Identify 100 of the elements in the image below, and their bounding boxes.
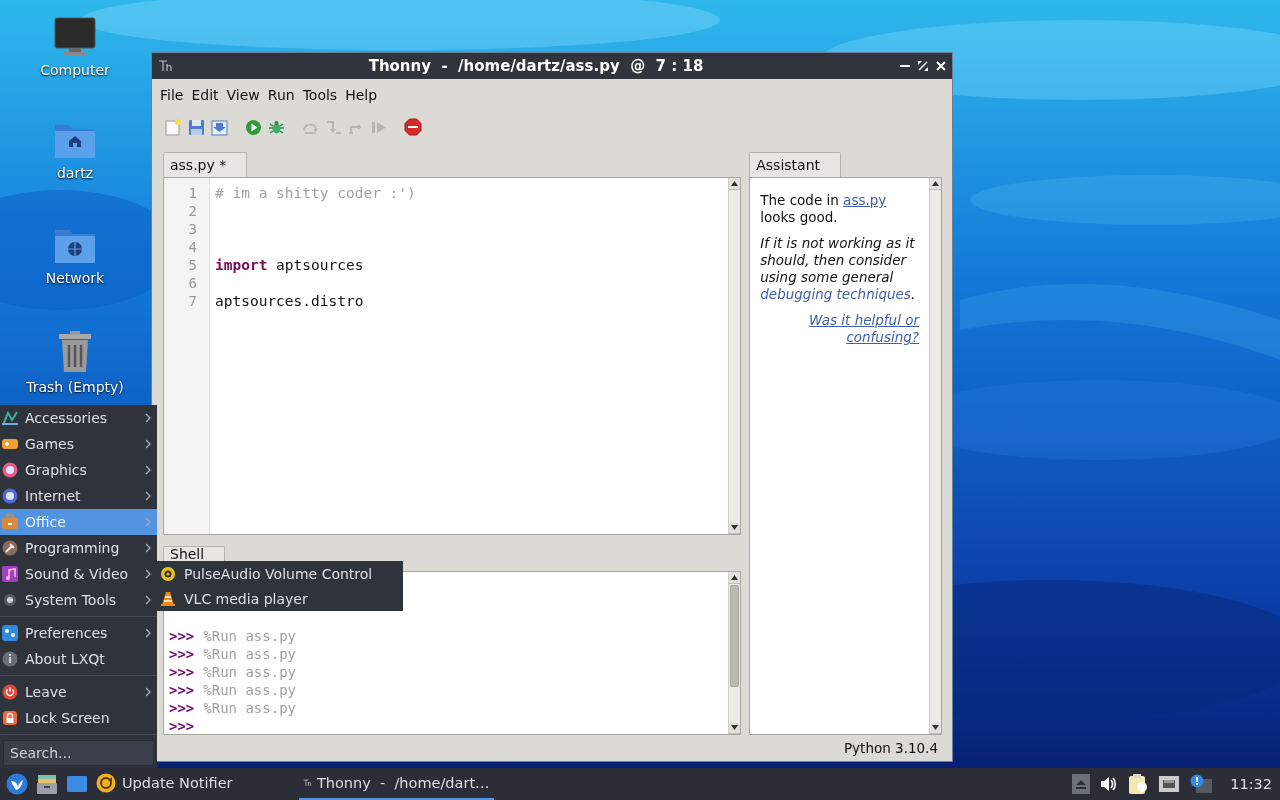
menu-item[interactable]: Help <box>341 87 382 103</box>
menu-item-label: VLC media player <box>184 590 308 607</box>
start-menu-item[interactable]: Programming <box>0 535 157 561</box>
toolbar-button[interactable] <box>267 118 285 136</box>
shell-command: %Run ass.py <box>203 627 296 645</box>
start-menu-item[interactable]: Internet <box>0 483 157 509</box>
menu-item-label: System Tools <box>25 592 118 608</box>
search-field[interactable]: Search... <box>3 740 154 766</box>
line-number: 1 <box>187 184 198 202</box>
volume-icon[interactable] <box>1100 775 1119 793</box>
menu-item-label: Programming <box>25 540 121 556</box>
line-number: 6 <box>187 274 198 292</box>
start-menu-item[interactable]: Accessories <box>0 405 157 431</box>
debugging-link[interactable]: debugging techniques <box>760 286 911 302</box>
taskbar-task[interactable]: Update Notifier <box>92 768 237 800</box>
start-menu-item[interactable]: Graphics <box>0 457 157 483</box>
scroll-up-icon[interactable] <box>932 181 939 186</box>
assistant-message: The code in ass.py looks good. <box>760 192 888 226</box>
notification-icon[interactable] <box>1190 774 1213 794</box>
start-menu-icon[interactable] <box>6 773 28 795</box>
window-title: Thonny - /home/dartz/ass.py @ 7 : 18 <box>367 57 705 75</box>
cone-icon <box>160 590 176 607</box>
file-link[interactable]: ass.py <box>843 192 887 208</box>
clipboard-icon[interactable] <box>1128 773 1149 795</box>
clock[interactable]: 11:32 <box>1230 776 1272 792</box>
start-menu-item[interactable]: About LXQt <box>0 646 157 672</box>
scroll-down-icon[interactable] <box>731 525 739 530</box>
assistant-advice: If it is not working as it should, then consider using some general debugging techniques. <box>760 235 917 303</box>
eject-icon[interactable] <box>1072 774 1091 794</box>
close-icon[interactable] <box>936 61 946 71</box>
menu-item-label: Lock Screen <box>25 710 111 726</box>
shell-prompt: >>> <box>169 663 195 681</box>
scroll-up-icon[interactable] <box>731 575 739 580</box>
menu-item[interactable]: Edit <box>187 87 223 103</box>
scrollbar[interactable] <box>728 572 741 734</box>
toolbar-button[interactable] <box>244 118 262 136</box>
start-menu-item[interactable]: Leave <box>0 679 157 705</box>
menu-item[interactable]: View <box>222 87 264 103</box>
assistant-tab[interactable]: Assistant <box>749 152 842 177</box>
feedback-link[interactable]: Was it helpful or confusing? <box>789 312 919 346</box>
update-icon <box>96 773 116 793</box>
show-desktop-icon[interactable] <box>66 773 88 795</box>
shell-prompt: >>> <box>169 627 195 645</box>
interpreter-status[interactable]: Python 3.10.4 <box>843 740 938 756</box>
start-menu-item[interactable]: Preferences <box>0 620 157 646</box>
gamepad-icon <box>2 436 18 452</box>
code-line: # im a shitty coder :') <box>215 184 416 202</box>
maximize-icon[interactable] <box>918 61 928 71</box>
shell-command: %Run ass.py <box>203 663 296 681</box>
menu-item[interactable]: File <box>156 87 188 103</box>
desktop-icon-label[interactable]: Network <box>45 270 105 286</box>
start-menu-item[interactable]: Sound & Video <box>0 561 157 587</box>
line-number: 3 <box>187 220 198 238</box>
menu-item[interactable]: Tools <box>298 87 342 103</box>
shell-command: %Run ass.py <box>203 645 296 663</box>
save-icon <box>210 118 228 136</box>
desktop-icon-label[interactable]: Trash (Empty) <box>26 379 124 395</box>
code-line: aptsources.distro <box>215 292 364 310</box>
menu-item-label: Sound & Video <box>25 566 130 582</box>
shell-prompt: >>> <box>169 717 195 735</box>
menu-item[interactable]: Run <box>263 87 299 103</box>
briefcase-icon <box>2 514 18 530</box>
speaker-icon <box>160 565 176 582</box>
power-icon <box>2 684 18 700</box>
toolbar-button[interactable] <box>404 118 422 136</box>
lock-icon <box>2 710 18 726</box>
app-icon <box>158 59 172 73</box>
floppy-icon <box>187 118 205 136</box>
start-menu-item[interactable]: System Tools <box>0 587 157 613</box>
shell-command: %Run ass.py <box>203 699 296 717</box>
step-into-icon <box>324 118 342 136</box>
taskbar-task[interactable]: Thonny - /home/dart… <box>298 768 494 800</box>
menu-item-label: Accessories <box>25 410 109 426</box>
scroll-down-icon[interactable] <box>932 725 939 730</box>
code-line: import aptsources <box>215 256 364 274</box>
toolbar-button[interactable] <box>210 118 228 136</box>
line-number: 7 <box>187 292 198 310</box>
editor-tab[interactable]: ass.py * <box>163 152 248 177</box>
run-icon <box>244 118 262 136</box>
scroll-up-icon[interactable] <box>731 181 739 186</box>
new-file-icon <box>165 118 181 136</box>
start-menu-item[interactable]: Games <box>0 431 157 457</box>
code-editor[interactable]: 1 2 3 4 5 6 7 # im a shitty coder :') import aptsources aptsources.distro <box>163 177 742 535</box>
music-icon <box>2 566 18 582</box>
scrollbar[interactable] <box>728 178 741 534</box>
file-cabinet-icon[interactable] <box>36 773 58 795</box>
line-number: 4 <box>187 238 198 256</box>
monitor-icon[interactable] <box>54 16 96 56</box>
line-number: 2 <box>187 202 198 220</box>
info-icon <box>2 651 18 667</box>
menu-item-label: Graphics <box>25 462 88 478</box>
scrollbar[interactable] <box>929 178 941 734</box>
scroll-down-icon[interactable] <box>731 725 739 730</box>
ethernet-icon[interactable] <box>1158 775 1181 793</box>
shell-prompt: >>> <box>169 645 195 663</box>
stop-icon <box>404 118 422 136</box>
toolbar-button[interactable] <box>187 118 205 136</box>
trash-icon[interactable] <box>57 331 93 373</box>
start-menu-item[interactable]: Lock Screen <box>0 705 157 731</box>
scrollbar-thumb[interactable] <box>730 585 740 687</box>
